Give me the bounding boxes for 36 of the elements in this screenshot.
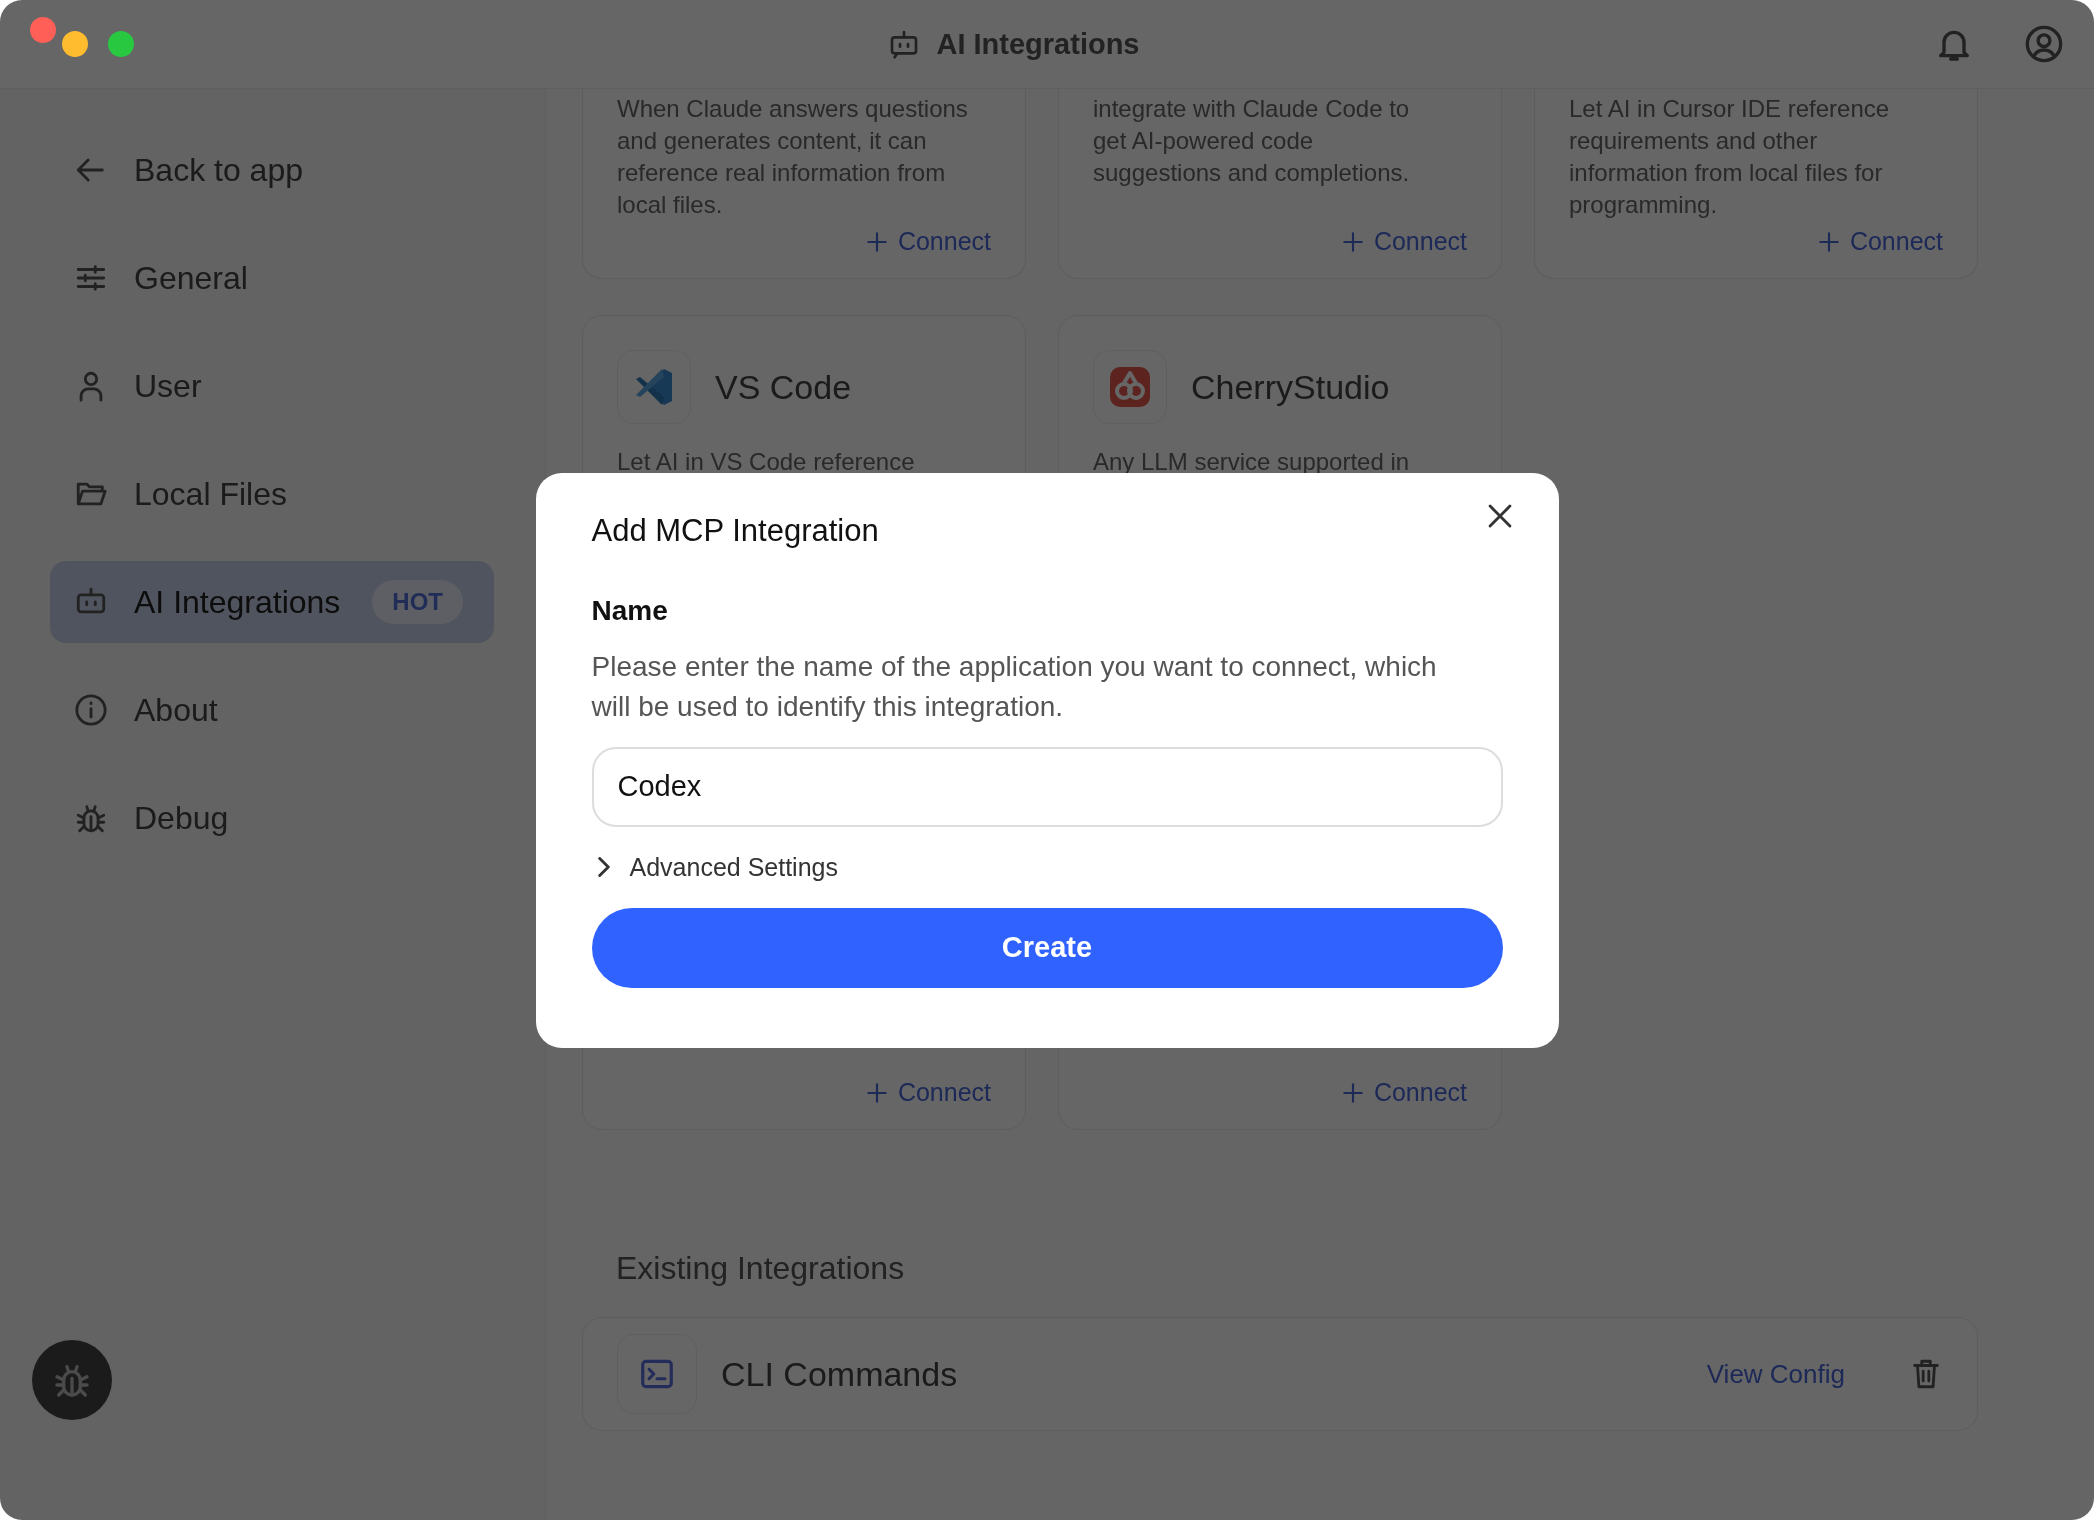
card-description: When Claude answers questions and generates content, it can reference real information from local files. [617,94,969,220]
back-link[interactable]: Back to app [50,129,494,211]
connect-link[interactable]: Connect [863,1078,991,1107]
field-label: Name [591,594,669,627]
card-description: integrate with Claude Code to get AI-powered code suggestions and completions. [1093,94,1411,188]
sidebar-item[interactable]: Debug [50,777,494,859]
card-title: VS Code [715,367,852,407]
integration-name: CLI Commands [721,1354,959,1394]
create-button[interactable]: Create [591,907,1503,988]
window-title: AI Integrations [936,27,1140,61]
hot-badge: HOT [372,580,463,624]
card-title: CherryStudio [1191,367,1390,407]
section-heading: Existing Integrations [616,1250,906,1287]
sidebar-item[interactable]: AI Integrations HOT [50,561,494,643]
name-input[interactable]: Codex [591,746,1503,827]
advanced-settings-toggle[interactable]: Advanced Settings [591,852,1503,882]
connect-link[interactable]: Connect [1339,1078,1467,1107]
info-icon [74,693,108,727]
view-config-link[interactable]: View Config [1706,1358,1845,1390]
account-button[interactable] [2024,24,2064,64]
connect-link[interactable]: Connect [1815,227,1943,256]
dialog-title: Add MCP Integration [591,512,879,549]
sidebar-item[interactable]: Local Files [50,453,494,535]
user-circle-icon [2024,24,2064,64]
window-close-button[interactable] [30,17,56,43]
sidebar-item[interactable]: About [50,669,494,751]
help-text: Please enter the name of the application you want to connect, which will be used to identify this integration. [591,649,1438,724]
card-description: Any LLM service supported in [1093,447,1411,477]
sidebar-item[interactable]: User [50,345,494,427]
window-minimize-button[interactable] [62,31,88,57]
connect-link[interactable]: Connect [1339,227,1467,256]
card-description: Let AI in VS Code reference [617,447,916,477]
card-description: Let AI in Cursor IDE reference requirements and other information from local files for programming. [1569,94,1891,220]
sidebar-item[interactable]: General [50,237,494,319]
window-zoom-button[interactable] [108,31,134,57]
connect-link[interactable]: Connect [863,227,991,256]
